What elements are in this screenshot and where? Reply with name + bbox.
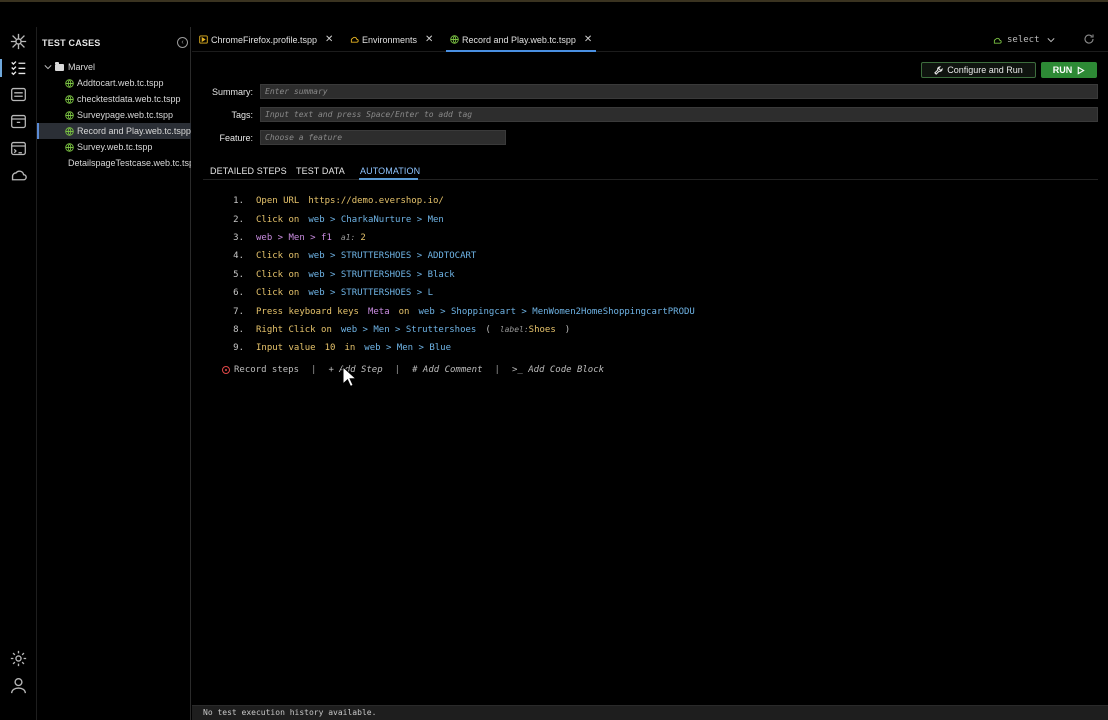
cloud-icon[interactable] xyxy=(9,166,28,185)
step-row[interactable]: 9. Input value 10 in web > Men > Blue xyxy=(222,339,1092,357)
select-label: select xyxy=(1007,35,1040,45)
summary-label: Summary: xyxy=(211,87,253,97)
file-label: Record and Play.web.tc.tspp xyxy=(77,126,191,136)
step-row[interactable]: 2. Click on web > CharkaNurture > Men xyxy=(222,210,1092,228)
tree-file-selected[interactable]: Record and Play.web.tc.tspp xyxy=(37,123,191,139)
tab-detailed-steps[interactable]: DETAILED STEPS xyxy=(210,166,287,176)
close-icon[interactable]: ✕ xyxy=(425,34,433,45)
cloud-icon xyxy=(350,35,359,44)
wrench-icon xyxy=(934,65,943,75)
tree-file[interactable]: Addtocart.web.tc.tspp xyxy=(37,75,191,91)
tab-label: Environments xyxy=(362,34,418,45)
step-row[interactable]: 5. Click on web > STRUTTERSHOES > Black xyxy=(222,266,1092,284)
test-cases-icon[interactable] xyxy=(9,58,28,77)
file-label: Survey.web.tc.tspp xyxy=(77,142,153,152)
folder-icon xyxy=(55,61,64,71)
step-row[interactable]: 8. Right Click on web > Men > Struttersh… xyxy=(222,321,1092,339)
collapse-sidebar-icon[interactable]: ‹ xyxy=(177,37,188,48)
archive-icon[interactable] xyxy=(9,112,28,131)
tree-folder-marvel[interactable]: Marvel xyxy=(37,59,191,75)
file-label: DetailspageTestcase.web.tc.tspp xyxy=(68,158,191,168)
globe-icon xyxy=(65,142,74,152)
user-icon[interactable] xyxy=(9,676,28,695)
tree-file[interactable]: checktestdata.web.tc.tspp xyxy=(37,91,191,107)
step-actions-bar: Record steps | + Add Step | # Add Commen… xyxy=(222,365,604,375)
add-code-block-button[interactable]: >_ Add Code Block xyxy=(512,365,604,375)
tab-label: Record and Play.web.tc.tspp xyxy=(462,34,576,45)
activity-bar xyxy=(0,27,37,720)
tab-profile[interactable]: ChromeFirefox.profile.tspp ✕ xyxy=(199,27,333,52)
tags-label: Tags: xyxy=(231,110,253,120)
step-row[interactable]: 3. web > Men > f1 a1: 2 xyxy=(222,229,1092,247)
profile-icon xyxy=(199,35,208,44)
globe-icon xyxy=(65,110,74,120)
reports-icon[interactable] xyxy=(9,139,28,158)
section-tabs-divider xyxy=(203,179,1098,180)
globe-icon xyxy=(65,78,74,88)
tree-file[interactable]: Survey.web.tc.tspp xyxy=(37,139,191,155)
status-bar: No test execution history available. xyxy=(192,705,1108,720)
close-icon[interactable]: ✕ xyxy=(325,34,333,45)
tab-environments[interactable]: Environments ✕ xyxy=(350,27,433,52)
chevron-down-icon xyxy=(1046,36,1055,44)
file-label: checktestdata.web.tc.tspp xyxy=(77,94,181,104)
feature-select[interactable] xyxy=(260,130,506,145)
step-row[interactable]: 4. Click on web > STRUTTERSHOES > ADDTOC… xyxy=(222,247,1092,265)
sidebar-title: TEST CASES xyxy=(42,38,101,48)
mouse-cursor-icon xyxy=(342,366,356,388)
automation-steps: 1. Open URL https://demo.evershop.io/ 2.… xyxy=(222,192,1092,358)
run-button[interactable]: RUN xyxy=(1041,62,1097,78)
test-plans-icon[interactable] xyxy=(9,85,28,104)
add-comment-button[interactable]: # Add Comment xyxy=(412,365,482,375)
tab-record-and-play[interactable]: Record and Play.web.tc.tspp ✕ xyxy=(445,27,597,52)
file-label: Surveypage.web.tc.tspp xyxy=(77,110,174,120)
file-label: Addtocart.web.tc.tspp xyxy=(77,78,164,88)
close-icon[interactable]: ✕ xyxy=(584,34,592,45)
tags-input[interactable] xyxy=(260,107,1098,122)
cloud-icon xyxy=(993,36,1002,45)
globe-icon xyxy=(65,94,74,104)
active-tab-underline xyxy=(359,178,418,180)
step-row[interactable]: 1. Open URL https://demo.evershop.io/ xyxy=(222,192,1092,210)
step-row[interactable]: 7. Press keyboard keys Meta on web > Sho… xyxy=(222,302,1092,320)
play-icon xyxy=(1077,65,1085,75)
step-row[interactable]: 6. Click on web > STRUTTERSHOES > L xyxy=(222,284,1092,302)
editor-tab-bar: ChromeFirefox.profile.tspp ✕ Environment… xyxy=(192,27,1108,52)
logo-icon[interactable] xyxy=(9,32,28,51)
test-cases-sidebar: TEST CASES ‹ Marvel Addtocart.web.tc.tsp… xyxy=(37,27,191,720)
environment-select[interactable]: select xyxy=(993,33,1063,47)
tab-automation[interactable]: AUTOMATION xyxy=(360,166,420,176)
tree-file[interactable]: Surveypage.web.tc.tspp xyxy=(37,107,191,123)
globe-icon xyxy=(65,126,74,136)
active-indicator xyxy=(0,59,2,77)
globe-icon xyxy=(450,35,459,44)
configure-and-run-button[interactable]: Configure and Run xyxy=(921,62,1036,78)
summary-input[interactable] xyxy=(260,84,1098,99)
window-top-bar xyxy=(0,0,1108,27)
tab-label: ChromeFirefox.profile.tspp xyxy=(211,34,318,45)
tab-test-data[interactable]: TEST DATA xyxy=(296,166,345,176)
settings-icon[interactable] xyxy=(9,649,28,668)
refresh-icon[interactable] xyxy=(1083,33,1095,45)
chevron-down-icon xyxy=(44,63,52,71)
folder-label: Marvel xyxy=(68,62,96,72)
record-steps-button[interactable]: Record steps xyxy=(234,365,299,375)
feature-label: Feature: xyxy=(219,133,253,143)
record-icon xyxy=(222,366,230,374)
tree-file[interactable]: DetailspageTestcase.web.tc.tspp xyxy=(37,155,191,171)
